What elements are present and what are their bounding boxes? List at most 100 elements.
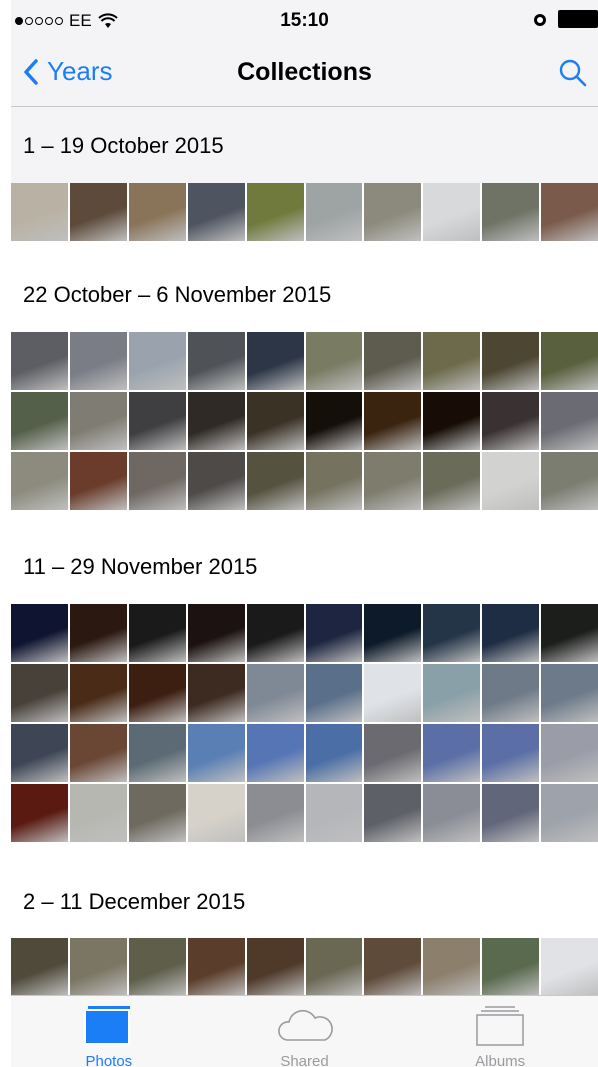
photo-thumbnail[interactable]: [187, 664, 245, 722]
collection-thumbnails[interactable]: [11, 604, 598, 842]
photo-thumbnail[interactable]: [187, 392, 245, 450]
photo-thumbnail[interactable]: [69, 784, 127, 842]
collection-thumbnails[interactable]: [11, 183, 598, 241]
photo-thumbnail[interactable]: [305, 452, 363, 510]
photo-thumbnail[interactable]: [187, 724, 245, 782]
photo-thumbnail[interactable]: [11, 604, 68, 662]
photo-thumbnail[interactable]: [423, 664, 481, 722]
photo-thumbnail[interactable]: [69, 938, 127, 996]
photo-thumbnail[interactable]: [69, 452, 127, 510]
photo-thumbnail[interactable]: [128, 392, 186, 450]
photo-thumbnail[interactable]: [364, 332, 422, 390]
photo-thumbnail[interactable]: [482, 392, 540, 450]
photo-thumbnail[interactable]: [423, 332, 481, 390]
search-button[interactable]: [558, 58, 588, 93]
photo-thumbnail[interactable]: [11, 183, 68, 241]
photo-thumbnail[interactable]: [482, 452, 540, 510]
photo-thumbnail[interactable]: [187, 452, 245, 510]
photo-thumbnail[interactable]: [541, 183, 598, 241]
tab-shared[interactable]: Shared: [207, 996, 403, 1067]
photo-thumbnail[interactable]: [246, 392, 304, 450]
photo-thumbnail[interactable]: [69, 183, 127, 241]
photo-thumbnail[interactable]: [541, 392, 598, 450]
photo-thumbnail[interactable]: [541, 724, 598, 782]
photo-thumbnail[interactable]: [246, 724, 304, 782]
photo-thumbnail[interactable]: [11, 664, 68, 722]
photo-thumbnail[interactable]: [364, 784, 422, 842]
photo-thumbnail[interactable]: [69, 664, 127, 722]
photo-thumbnail[interactable]: [128, 604, 186, 662]
photo-thumbnail[interactable]: [305, 392, 363, 450]
photo-thumbnail[interactable]: [246, 784, 304, 842]
photo-thumbnail[interactable]: [246, 332, 304, 390]
photo-thumbnail[interactable]: [305, 183, 363, 241]
photo-thumbnail[interactable]: [69, 392, 127, 450]
photo-thumbnail[interactable]: [128, 183, 186, 241]
photo-thumbnail[interactable]: [128, 784, 186, 842]
photo-thumbnail[interactable]: [423, 724, 481, 782]
photo-thumbnail[interactable]: [423, 784, 481, 842]
photo-thumbnail[interactable]: [541, 784, 598, 842]
photo-thumbnail[interactable]: [69, 332, 127, 390]
collection-thumbnails[interactable]: [11, 938, 598, 996]
photo-thumbnail[interactable]: [11, 784, 68, 842]
alarm-icon: [534, 14, 546, 26]
photo-thumbnail[interactable]: [482, 724, 540, 782]
photo-thumbnail[interactable]: [128, 724, 186, 782]
photo-thumbnail[interactable]: [364, 452, 422, 510]
photo-thumbnail[interactable]: [423, 183, 481, 241]
photo-thumbnail[interactable]: [69, 724, 127, 782]
photo-thumbnail[interactable]: [11, 938, 68, 996]
photo-thumbnail[interactable]: [69, 604, 127, 662]
photo-thumbnail[interactable]: [128, 332, 186, 390]
photo-thumbnail[interactable]: [305, 724, 363, 782]
photo-thumbnail[interactable]: [246, 938, 304, 996]
photo-thumbnail[interactable]: [246, 452, 304, 510]
photo-thumbnail[interactable]: [541, 664, 598, 722]
photo-thumbnail[interactable]: [364, 392, 422, 450]
photo-thumbnail[interactable]: [128, 452, 186, 510]
photo-thumbnail[interactable]: [364, 724, 422, 782]
tab-photos[interactable]: Photos: [11, 996, 207, 1067]
photo-thumbnail[interactable]: [305, 784, 363, 842]
photo-thumbnail[interactable]: [187, 784, 245, 842]
status-right: [532, 10, 598, 28]
photo-thumbnail[interactable]: [246, 183, 304, 241]
photo-thumbnail[interactable]: [482, 784, 540, 842]
photo-thumbnail[interactable]: [364, 938, 422, 996]
photo-thumbnail[interactable]: [541, 332, 598, 390]
photo-thumbnail[interactable]: [482, 664, 540, 722]
photo-thumbnail[interactable]: [128, 664, 186, 722]
photo-thumbnail[interactable]: [305, 332, 363, 390]
photo-thumbnail[interactable]: [11, 724, 68, 782]
photo-thumbnail[interactable]: [482, 604, 540, 662]
photo-thumbnail[interactable]: [541, 938, 598, 996]
collection-thumbnails[interactable]: [11, 332, 598, 510]
photo-thumbnail[interactable]: [541, 452, 598, 510]
tab-albums[interactable]: Albums: [402, 996, 598, 1067]
photo-thumbnail[interactable]: [364, 604, 422, 662]
photo-thumbnail[interactable]: [305, 664, 363, 722]
photo-thumbnail[interactable]: [423, 392, 481, 450]
photo-thumbnail[interactable]: [364, 664, 422, 722]
photo-thumbnail[interactable]: [187, 183, 245, 241]
photo-thumbnail[interactable]: [11, 452, 68, 510]
photo-thumbnail[interactable]: [482, 332, 540, 390]
photo-thumbnail[interactable]: [11, 332, 68, 390]
photo-thumbnail[interactable]: [305, 604, 363, 662]
photo-thumbnail[interactable]: [541, 604, 598, 662]
photo-thumbnail[interactable]: [364, 183, 422, 241]
photo-thumbnail[interactable]: [187, 938, 245, 996]
photo-thumbnail[interactable]: [423, 604, 481, 662]
photo-thumbnail[interactable]: [187, 604, 245, 662]
photo-thumbnail[interactable]: [423, 452, 481, 510]
photo-thumbnail[interactable]: [482, 183, 540, 241]
photo-thumbnail[interactable]: [128, 938, 186, 996]
photo-thumbnail[interactable]: [423, 938, 481, 996]
photo-thumbnail[interactable]: [246, 664, 304, 722]
photo-thumbnail[interactable]: [305, 938, 363, 996]
photo-thumbnail[interactable]: [187, 332, 245, 390]
photo-thumbnail[interactable]: [11, 392, 68, 450]
photo-thumbnail[interactable]: [482, 938, 540, 996]
photo-thumbnail[interactable]: [246, 604, 304, 662]
